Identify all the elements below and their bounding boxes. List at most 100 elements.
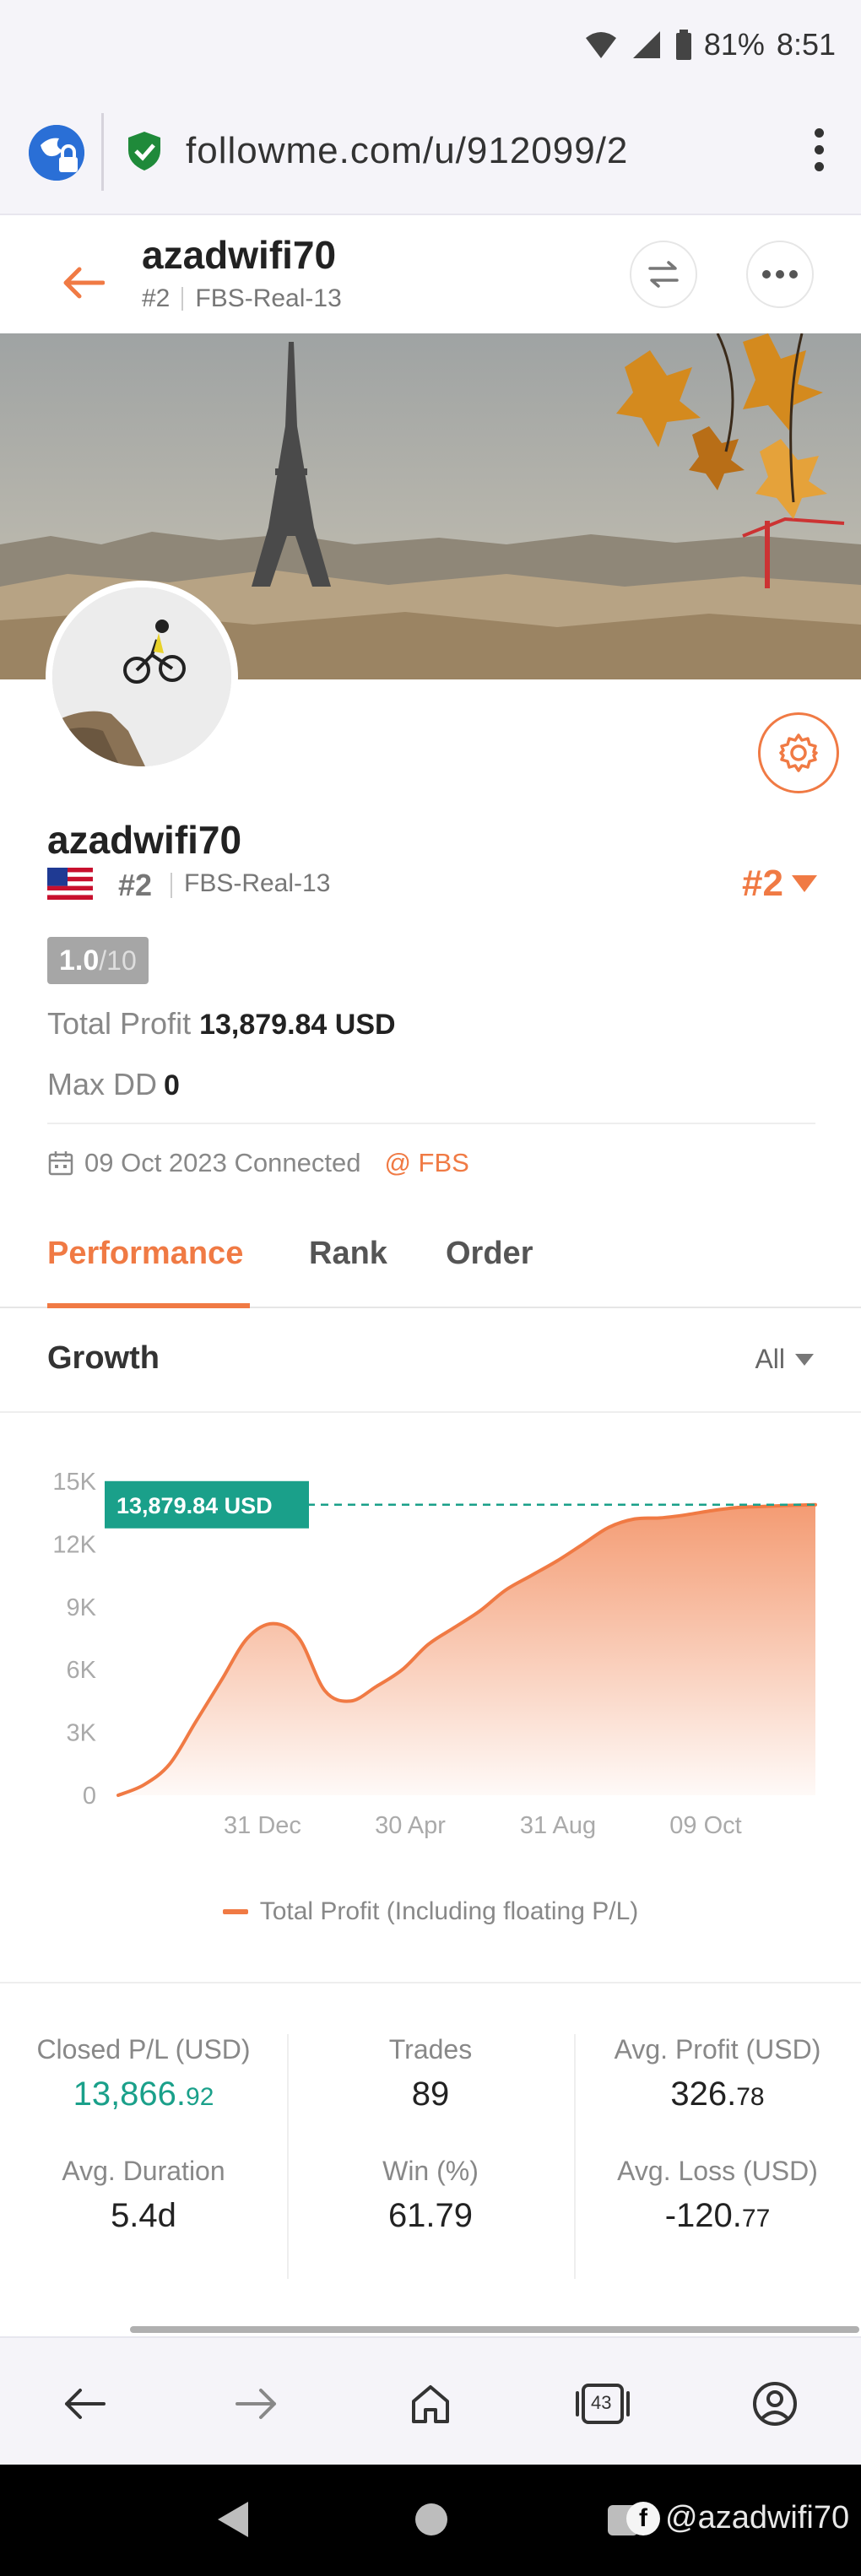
arrow-right-icon [236,2389,276,2419]
stat-trades: Trades 89 [287,2034,574,2113]
series-area [118,1504,815,1795]
score-badge: 1.0 /10 [47,937,149,984]
broker-link[interactable]: @ FBS [384,1148,468,1178]
browser-account-button[interactable] [743,2372,807,2436]
watermark: f @azadwifi70 [626,2500,849,2536]
legend-swatch [222,1909,248,1914]
browser-menu-button[interactable] [810,128,827,179]
stat-label: Win (%) [382,2156,479,2186]
active-tab-indicator [47,1303,250,1308]
browser-bottom-nav: 43 [0,2336,861,2465]
facebook-logo-icon: f [626,2501,660,2535]
growth-title: Growth [47,1340,160,1376]
header-account: FBS-Real-13 [195,284,342,312]
total-profit-label: Total Profit [47,1006,192,1041]
stat-avg-duration: Avg. Duration 5.4d [0,2156,287,2235]
system-back-icon[interactable] [216,2500,250,2539]
watermark-text: @azadwifi70 [665,2500,850,2535]
growth-period-dropdown[interactable]: All [755,1344,814,1375]
growth-section-header: Growth All [0,1310,861,1413]
score-value: 1.0 [59,944,100,977]
y-tick-label: 0 [83,1783,96,1810]
header-rank: #2 [142,284,171,312]
y-tick-label: 9K [67,1594,97,1621]
connected-row: 09 Oct 2023 Connected @ FBS [47,1123,815,1178]
y-tick-label: 3K [67,1720,97,1747]
back-arrow-icon[interactable] [61,266,105,300]
horizontal-scrollbar[interactable] [130,2326,859,2333]
x-tick-label: 09 Oct [669,1812,741,1839]
gear-icon [779,733,818,772]
rank-selector[interactable]: #2 [742,863,817,905]
header-username: azadwifi70 [142,233,337,277]
stat-avg-loss: Avg. Loss (USD) -120.77 [574,2156,861,2235]
browser-address-bar: followme.com/u/912099/2 [0,101,861,215]
system-navigation-bar: f @azadwifi70 [0,2465,861,2576]
growth-chart-svg: 0 3K 6K 9K 12K 15K 31 Dec 30 Apr 31 Aug 09 Oct 1… [52,1469,817,1839]
total-profit-row: Total Profit 13,879.84 USD [47,1006,396,1042]
wifi-icon [585,32,616,58]
stat-label: Avg. Profit (USD) [614,2034,821,2065]
stat-value: 89 [411,2075,450,2113]
stat-win: Win (%) 61.79 [287,2156,574,2235]
max-dd-value: 0 [164,1069,180,1101]
max-dd-label: Max DD [47,1067,158,1101]
profile-rank: #2 [118,868,153,902]
score-max: /10 [99,944,137,976]
chart-legend: Total Profit (Including floating P/L) [0,1897,861,1926]
secure-shield-icon [128,132,160,170]
status-icons: 81% 8:51 [584,27,836,62]
stat-value: 5.4d [111,2197,176,2234]
rank-badge-label: #2 [742,863,783,904]
connected-date: 09 Oct 2023 Connected [84,1148,361,1177]
more-dots-icon [762,270,798,279]
calendar-icon [48,1151,73,1176]
page-header: azadwifi70 #2 FBS-Real-13 [0,215,861,333]
profile-username: azadwifi70 [47,818,242,862]
site-info-icon[interactable] [29,125,84,181]
mountain-biker-image [52,587,231,766]
browser-tabs-button[interactable]: 43 [571,2372,635,2436]
tab-count: 43 [591,2392,612,2413]
stat-value: -120.77 [664,2197,771,2234]
cell-signal-icon [632,31,660,58]
clock: 8:51 [776,27,836,62]
system-home-icon[interactable] [415,2503,447,2535]
growth-chart: 0 3K 6K 9K 12K 15K 31 Dec 30 Apr 31 Aug 09 Oct 1… [0,1415,861,1839]
total-profit-value: 13,879.84 USD [199,1009,396,1041]
arrow-left-icon [65,2389,106,2419]
us-flag-icon [47,868,93,900]
stat-label: Trades [388,2034,473,2065]
stat-closed-pl: Closed P/L (USD) 13,866.92 [0,2034,287,2113]
profile-account: FBS-Real-13 [184,869,331,897]
y-tick-label: 6K [67,1657,97,1684]
battery-icon [675,30,691,60]
profile-separator [171,873,172,898]
battery-percent: 81% [703,27,765,62]
chevron-down-icon [795,1353,814,1366]
x-tick-label: 31 Dec [224,1812,301,1839]
swap-arrows-icon [648,261,679,288]
home-icon [412,2385,449,2423]
stat-value: 13,866.92 [73,2075,214,2113]
header-subtitle: #2 FBS-Real-13 [142,284,342,313]
tab-order[interactable]: Order [446,1236,533,1272]
settings-button[interactable] [758,712,839,793]
browser-back-button[interactable] [52,2372,116,2436]
tab-bar: Performance Rank Order [0,1215,861,1308]
dropdown-triangle-icon [792,875,817,892]
url-divider [101,113,104,191]
tab-rank[interactable]: Rank [309,1236,387,1272]
more-options-button[interactable] [746,241,814,308]
legend-label: Total Profit (Including floating P/L) [259,1897,639,1925]
browser-forward-button[interactable] [225,2372,289,2436]
stat-label: Avg. Duration [62,2156,225,2186]
growth-filter-label: All [755,1344,785,1374]
url-input[interactable]: followme.com/u/912099/2 [186,130,628,172]
tab-performance[interactable]: Performance [47,1236,243,1272]
switch-button[interactable] [630,241,697,308]
status-bar: 81% 8:51 [0,0,861,101]
browser-home-button[interactable] [398,2372,463,2436]
avatar[interactable] [46,581,238,773]
max-dd-row: Max DD 0 [47,1067,180,1102]
